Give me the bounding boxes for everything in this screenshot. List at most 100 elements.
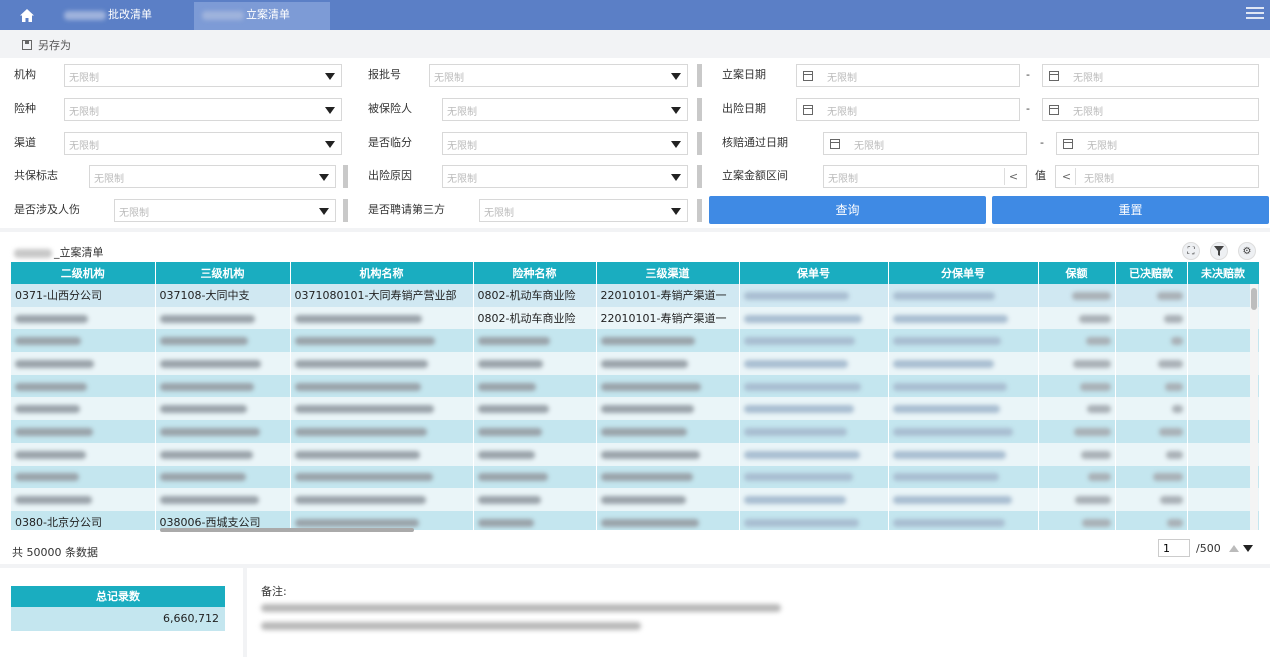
- table-row[interactable]: [11, 397, 1259, 421]
- redacted-value: [892, 405, 1000, 414]
- gear-icon[interactable]: ⚙: [1238, 242, 1256, 260]
- vertical-scrollbar[interactable]: [1250, 284, 1258, 530]
- table-cell: [888, 374, 1039, 398]
- column-header[interactable]: 三级渠道: [596, 262, 740, 284]
- column-header[interactable]: 机构名称: [290, 262, 474, 284]
- column-header[interactable]: 保单号: [739, 262, 889, 284]
- table-cell: [473, 465, 597, 489]
- total-row-count: 共 50000 条数据: [12, 546, 98, 559]
- redacted-value: [15, 405, 80, 414]
- table-cell: [155, 397, 291, 421]
- redacted-value: [477, 337, 550, 346]
- scroll-thumb[interactable]: [1251, 288, 1257, 310]
- fullscreen-icon[interactable]: ⛶: [1182, 242, 1200, 260]
- table-cell: [473, 510, 597, 530]
- hire-third-party-select[interactable]: 无限制: [479, 199, 688, 222]
- table-row[interactable]: 0371-山西分公司 037108-大同中支 0371080101-大同寿销产营业部…: [11, 284, 1259, 307]
- caret-down-icon: [671, 107, 681, 114]
- filing-date-start-input[interactable]: 无限制: [796, 64, 1020, 87]
- horizontal-scrollbar[interactable]: [160, 528, 414, 532]
- redacted-value: [1159, 496, 1183, 505]
- approval-date-start-input[interactable]: 无限制: [823, 132, 1027, 155]
- accident-date-start-input[interactable]: 无限制: [796, 98, 1020, 121]
- table-row[interactable]: [11, 465, 1259, 489]
- tab-filing-list[interactable]: 立案清单: [194, 2, 330, 30]
- table-cell: [1038, 397, 1116, 421]
- home-button[interactable]: [0, 0, 54, 30]
- column-header[interactable]: 险种名称: [473, 262, 597, 284]
- redacted-value: [1086, 405, 1111, 414]
- amount-min-input[interactable]: 无限制 <: [823, 165, 1027, 188]
- redacted-value: [15, 427, 93, 436]
- table-row[interactable]: [11, 442, 1259, 466]
- table-cell: [888, 284, 1039, 307]
- previous-page-icon[interactable]: [1228, 544, 1239, 552]
- endorsement-no-select[interactable]: 无限制: [429, 64, 688, 87]
- hamburger-menu-icon[interactable]: [1246, 7, 1264, 21]
- caret-down-icon: [319, 174, 329, 181]
- column-header[interactable]: 保额: [1038, 262, 1116, 284]
- column-separator: [697, 132, 702, 155]
- column-header[interactable]: 二级机构: [11, 262, 156, 284]
- approval-date-end-placeholder: 无限制: [1087, 141, 1117, 152]
- column-header[interactable]: 未决赔款: [1187, 262, 1259, 284]
- filing-date-end-input[interactable]: 无限制: [1042, 64, 1259, 87]
- table-cell: [11, 488, 156, 511]
- redacted-value: [892, 314, 1008, 323]
- table-cell: [155, 488, 291, 511]
- temp-reinsurance-select[interactable]: 无限制: [442, 132, 688, 155]
- tab-endorsement-list[interactable]: 批改清单: [56, 2, 192, 30]
- redacted-value: [743, 427, 847, 436]
- table-cell: [473, 352, 597, 375]
- channel-select[interactable]: 无限制: [64, 132, 342, 155]
- column-header[interactable]: 已决赔款: [1115, 262, 1188, 284]
- filing-date-end-placeholder: 无限制: [1073, 73, 1103, 84]
- amount-max-input[interactable]: < 无限制: [1055, 165, 1259, 188]
- accident-date-end-input[interactable]: 无限制: [1042, 98, 1259, 121]
- table-row[interactable]: [11, 352, 1259, 375]
- label-filing-amount-range: 立案金额区间: [722, 169, 788, 182]
- redacted-value: [159, 427, 260, 436]
- insurance-type-select[interactable]: 无限制: [64, 98, 342, 121]
- table-row[interactable]: [11, 488, 1259, 511]
- redacted-value: [743, 337, 855, 346]
- query-button[interactable]: 查询: [709, 196, 986, 224]
- filter-icon[interactable]: [1210, 242, 1228, 260]
- redacted-value: [600, 405, 694, 414]
- org-placeholder: 无限制: [69, 73, 99, 84]
- redacted-value: [15, 450, 86, 459]
- grid-title-text: _立案清单: [54, 246, 104, 259]
- table-row[interactable]: [11, 374, 1259, 398]
- column-header[interactable]: 分保单号: [888, 262, 1039, 284]
- approval-date-end-input[interactable]: 无限制: [1056, 132, 1259, 155]
- accident-cause-select[interactable]: 无限制: [442, 165, 688, 188]
- redacted-value: [743, 473, 853, 482]
- comparison-operator-select[interactable]: <: [1058, 168, 1076, 185]
- insured-select[interactable]: 无限制: [442, 98, 688, 121]
- involves-injury-select[interactable]: 无限制: [114, 199, 336, 222]
- table-row[interactable]: [11, 329, 1259, 353]
- page-number-input[interactable]: [1158, 539, 1190, 557]
- comparison-operator-select[interactable]: <: [1004, 168, 1022, 185]
- redacted-value: [294, 450, 420, 459]
- temp-reinsurance-placeholder: 无限制: [447, 141, 477, 152]
- column-header[interactable]: 三级机构: [155, 262, 291, 284]
- table-cell: [739, 510, 889, 530]
- remark-label: 备注:: [261, 585, 287, 598]
- range-dash: -: [1026, 68, 1030, 81]
- reset-button[interactable]: 重置: [992, 196, 1269, 224]
- label-insured: 被保险人: [368, 102, 412, 115]
- table-row[interactable]: 0802-机动车商业险 22010101-寿销产渠道一: [11, 306, 1259, 330]
- redacted-value: [294, 382, 421, 391]
- table-cell: [596, 488, 740, 511]
- next-page-icon[interactable]: [1242, 544, 1253, 552]
- table-cell: [1038, 374, 1116, 398]
- redacted-value: [15, 337, 81, 346]
- save-as-button[interactable]: 另存为: [22, 37, 71, 53]
- org-select[interactable]: 无限制: [64, 64, 342, 87]
- table-cell: [888, 465, 1039, 489]
- table-row[interactable]: [11, 420, 1259, 443]
- coinsurance-flag-select[interactable]: 无限制: [89, 165, 336, 188]
- table-cell: 0802-机动车商业险: [473, 284, 597, 307]
- redacted-value: [294, 496, 426, 505]
